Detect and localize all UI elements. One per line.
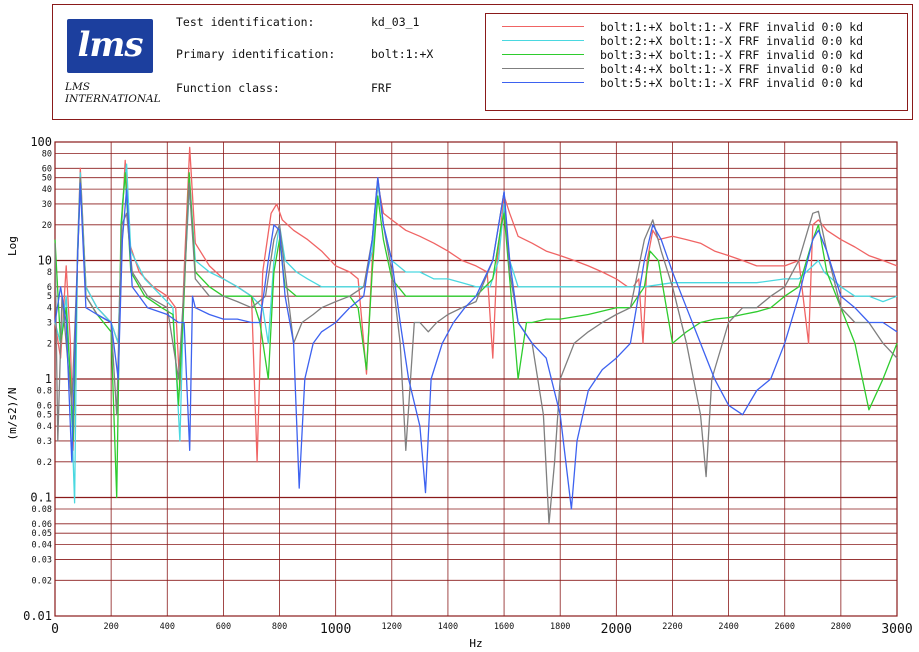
logo-text: lms: [77, 25, 143, 65]
y-tick-label: 5: [47, 292, 52, 302]
legend-swatch: [502, 26, 584, 27]
x-tick-label: 400: [160, 622, 175, 632]
y-tick-label: 30: [42, 200, 52, 210]
y-tick-label: 10: [38, 254, 52, 268]
test-identification-label: Test identification:: [176, 15, 315, 29]
x-axis-label: Hz: [469, 637, 482, 650]
y-tick-label: 0.8: [37, 386, 52, 396]
x-tick-label: 2800: [831, 622, 851, 632]
y-tick-label: 50: [42, 174, 52, 184]
legend-swatch: [502, 68, 584, 69]
y-tick-label: 0.04: [32, 541, 52, 551]
test-identification-value: kd_03_1: [371, 15, 420, 29]
header-panel: lms LMS INTERNATIONAL Test identificatio…: [52, 4, 913, 120]
y-axis-label-log: Log: [6, 236, 19, 256]
x-tick-label: 1800: [550, 622, 570, 632]
x-tick-label: 1000: [320, 622, 351, 637]
y-tick-label: 0.4: [37, 422, 52, 432]
y-tick-label: 0.03: [32, 555, 52, 565]
y-tick-label: 0.05: [32, 529, 52, 539]
company-name: LMS INTERNATIONAL: [65, 81, 161, 105]
y-tick-label: 3: [47, 318, 52, 328]
y-tick-label: 0.1: [30, 491, 52, 505]
y-tick-label: 100: [30, 135, 52, 149]
legend-label: bolt:5:+X bolt:1:-X FRF invalid 0:0 kd: [600, 76, 864, 90]
company-line-2: INTERNATIONAL: [65, 93, 161, 105]
company-line-1: LMS: [65, 81, 90, 93]
y-tick-label: 80: [42, 149, 52, 159]
y-tick-label: 40: [42, 185, 52, 195]
legend-entry: bolt:4:+X bolt:1:-X FRF invalid 0:0 kd: [486, 62, 907, 76]
primary-identification-label: Primary identification:: [176, 47, 336, 61]
y-tick-label: 0.5: [37, 411, 52, 421]
y-tick-label: 8: [47, 268, 52, 278]
y-tick-label: 4: [47, 304, 52, 314]
x-tick-label: 600: [216, 622, 231, 632]
x-tick-label: 3000: [881, 622, 912, 637]
x-tick-label: 2200: [662, 622, 682, 632]
legend-swatch: [502, 82, 584, 83]
y-tick-label: 2: [47, 339, 52, 349]
x-tick-label: 0: [51, 622, 59, 637]
legend-entry: bolt:1:+X bolt:1:-X FRF invalid 0:0 kd: [486, 20, 907, 34]
x-tick-label: 2600: [774, 622, 794, 632]
y-axis-label-unit: (m/s2)/N: [6, 388, 19, 441]
tick-labels: 0 200 400 600 800 1000 1200 1400 1600 1800 2000 220…: [23, 135, 913, 637]
function-class-label: Function class:: [176, 81, 280, 95]
legend: bolt:1:+X bolt:1:-X FRF invalid 0:0 kd b…: [485, 13, 908, 111]
x-tick-label: 1400: [438, 622, 458, 632]
legend-swatch: [502, 54, 584, 55]
y-tick-label: 0.3: [37, 437, 52, 447]
legend-label: bolt:4:+X bolt:1:-X FRF invalid 0:0 kd: [600, 62, 864, 76]
y-tick-label: 0.01: [23, 609, 52, 623]
primary-identification-value: bolt:1:+X: [371, 47, 434, 61]
legend-entry: bolt:3:+X bolt:1:-X FRF invalid 0:0 kd: [486, 48, 907, 62]
legend-entry: bolt:5:+X bolt:1:-X FRF invalid 0:0 kd: [486, 76, 907, 90]
x-tick-label: 2400: [718, 622, 738, 632]
y-tick-label: 0.2: [37, 458, 52, 468]
x-tick-label: 800: [272, 622, 287, 632]
x-tick-label: 2000: [601, 622, 632, 637]
x-tick-label: 1600: [494, 622, 514, 632]
y-tick-label: 20: [42, 221, 52, 231]
legend-entry: bolt:2:+X bolt:1:-X FRF invalid 0:0 kd: [486, 34, 907, 48]
y-tick-label: 1: [45, 372, 52, 386]
x-tick-label: 200: [103, 622, 118, 632]
y-tick-label: 0.08: [32, 505, 52, 515]
function-class-value: FRF: [371, 81, 392, 95]
y-tick-label: 0.02: [32, 576, 52, 586]
lms-logo: lms: [67, 19, 153, 73]
legend-label: bolt:3:+X bolt:1:-X FRF invalid 0:0 kd: [600, 48, 864, 62]
legend-label: bolt:1:+X bolt:1:-X FRF invalid 0:0 kd: [600, 20, 864, 34]
legend-label: bolt:2:+X bolt:1:-X FRF invalid 0:0 kd: [600, 34, 864, 48]
legend-swatch: [502, 40, 584, 41]
x-tick-label: 1200: [382, 622, 402, 632]
frf-chart: 0 200 400 600 800 1000 1200 1400 1600 1800 2000 220…: [6, 135, 913, 650]
